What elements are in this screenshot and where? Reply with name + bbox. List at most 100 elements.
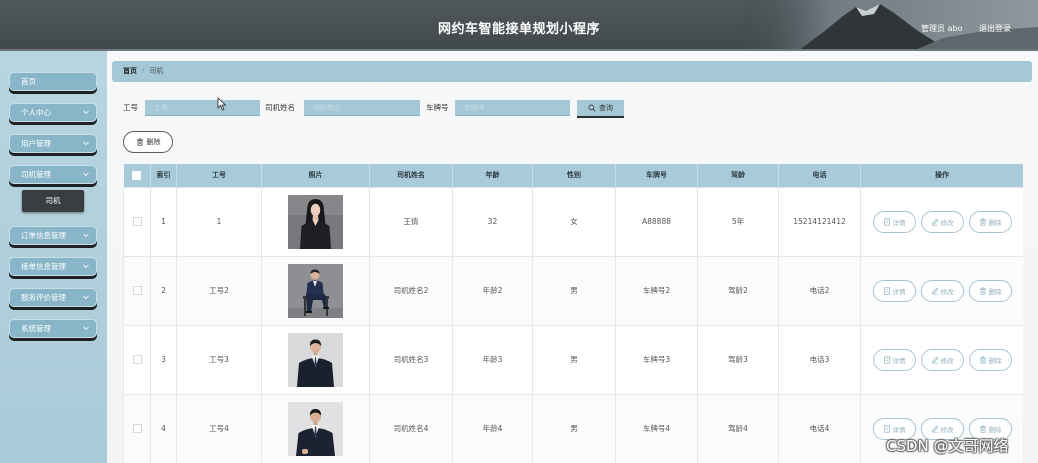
sidebar-item-service-review-management[interactable]: 服务评价管理 [9, 288, 97, 307]
column-header-index: 索引 [150, 164, 177, 187]
action-label: 详情 [892, 356, 906, 365]
cell-phone: 电话2 [778, 255, 861, 326]
cell-driving-years: 驾龄2 [697, 255, 779, 326]
cell-driver-name: 司机姓名2 [369, 255, 453, 326]
column-header-photo: 照片 [261, 164, 370, 187]
sidebar-item-label: 用户管理 [21, 139, 51, 148]
sidebar-item-user-management[interactable]: 用户管理 [9, 134, 97, 153]
column-header-driver-name: 司机姓名 [369, 164, 453, 187]
app-title: 网约车智能接单规划小程序 [437, 22, 600, 37]
row-checkbox[interactable] [132, 217, 142, 227]
cell-age: 32 [452, 186, 533, 257]
detail-button[interactable]: 详情 [872, 279, 916, 302]
breadcrumb-home[interactable]: 首页 [123, 67, 137, 75]
row-checkbox[interactable] [132, 424, 142, 434]
delete-row-button[interactable]: 删除 [968, 210, 1012, 233]
trash-icon [979, 355, 987, 364]
cell-driver-name: 司机姓名4 [369, 393, 453, 463]
row-checkbox[interactable] [132, 355, 142, 365]
table-row: 1 1 王倩 32 女 A88888 5年 15214121412 详情 修改 删除 [123, 186, 1023, 257]
driver-name-label: 司机姓名 [265, 103, 295, 112]
watermark-text: CSDN @文哥网络 [886, 437, 1009, 455]
cell-job-no: 工号4 [176, 393, 262, 463]
header-select-cell [123, 164, 151, 187]
job-no-input[interactable] [145, 100, 260, 116]
file-icon [883, 424, 891, 433]
sidebar-subitem-driver[interactable]: 司机 [22, 190, 84, 212]
edit-button[interactable]: 修改 [920, 210, 964, 233]
chevron-down-icon [82, 293, 90, 301]
sidebar-submenu: 司机 [22, 190, 107, 212]
sidebar-item-label: 订单信息管理 [21, 231, 66, 240]
cell-phone: 15214121412 [778, 186, 861, 257]
detail-button[interactable]: 详情 [872, 210, 916, 233]
column-header-age: 年龄 [452, 164, 533, 187]
chevron-down-icon [82, 262, 90, 270]
cell-index: 4 [150, 393, 177, 463]
logout-link[interactable]: 退出登录 [979, 23, 1011, 34]
cell-actions: 详情 修改 删除 [860, 324, 1023, 395]
sidebar-item-label: 接单信息管理 [21, 262, 66, 271]
cell-age: 年龄4 [452, 393, 533, 463]
trash-icon [979, 217, 987, 226]
cell-actions: 详情 修改 删除 [860, 186, 1023, 257]
action-label: 详情 [892, 218, 906, 227]
column-header-phone: 电话 [778, 164, 861, 187]
table-body: 1 1 王倩 32 女 A88888 5年 15214121412 详情 修改 删除 2 工号2 司机姓名… [123, 186, 1023, 463]
plate-number-input[interactable] [455, 100, 570, 116]
edit-icon [931, 287, 939, 295]
batch-delete-button[interactable]: 删除 [123, 131, 173, 153]
query-button-label: 查询 [599, 104, 613, 112]
file-icon [883, 217, 891, 226]
driver-name-input[interactable] [304, 100, 420, 116]
column-header-job-no: 工号 [176, 164, 262, 187]
edit-icon [931, 218, 939, 226]
edit-button[interactable]: 修改 [920, 348, 964, 371]
chevron-down-icon [82, 139, 90, 147]
sidebar-item-home[interactable]: 首页 [9, 72, 97, 91]
select-all-checkbox[interactable] [132, 170, 142, 180]
row-select-cell [123, 393, 151, 463]
cell-job-no: 工号3 [176, 324, 262, 395]
query-button[interactable]: 查询 [577, 100, 624, 116]
job-no-label: 工号 [123, 103, 138, 112]
cell-plate: 车牌号2 [615, 255, 698, 326]
sidebar-item-order-info-management[interactable]: 订单信息管理 [9, 226, 97, 245]
delete-row-button[interactable]: 删除 [968, 348, 1012, 371]
cell-gender: 男 [532, 255, 616, 326]
table-row: 2 工号2 司机姓名2 年龄2 男车牌号2 驾龄2 电话2 详情 修改 删除 [123, 255, 1023, 326]
cell-index: 2 [150, 255, 177, 326]
sidebar-item-label: 系统管理 [21, 324, 51, 333]
driver-photo [288, 263, 343, 318]
edit-button[interactable]: 修改 [920, 279, 964, 302]
edit-icon [931, 425, 939, 433]
sidebar-item-order-accept-management[interactable]: 接单信息管理 [9, 257, 97, 276]
batch-delete-label: 删除 [146, 138, 161, 146]
driver-photo [288, 194, 343, 249]
row-select-cell [123, 186, 151, 257]
action-label: 修改 [940, 218, 954, 227]
detail-button[interactable]: 详情 [872, 348, 916, 371]
cell-driver-name: 王倩 [369, 186, 453, 257]
sidebar-item-system-management[interactable]: 系统管理 [9, 319, 97, 338]
top-header: 网约车智能接单规划小程序 管理员 abo 退出登录 [0, 0, 1038, 51]
cell-gender: 女 [532, 186, 616, 257]
breadcrumb-separator: / [142, 67, 145, 75]
action-label: 修改 [940, 287, 954, 296]
row-checkbox[interactable] [132, 286, 142, 296]
sidebar: 首页个人中心用户管理司机管理司机订单信息管理 接单信息管理 服务评价管理 系统管理 [0, 51, 107, 463]
cell-index: 3 [150, 324, 177, 395]
action-label: 修改 [940, 356, 954, 365]
trash-icon [979, 286, 987, 295]
cell-phone: 电话4 [778, 393, 861, 463]
delete-row-button[interactable]: 删除 [968, 279, 1012, 302]
mouse-cursor-icon [217, 97, 227, 111]
action-label: 删除 [988, 356, 1002, 365]
sidebar-item-driver-management[interactable]: 司机管理 [9, 165, 97, 184]
sidebar-item-label: 服务评价管理 [21, 293, 66, 302]
cell-driver-name: 司机姓名3 [369, 324, 453, 395]
chevron-down-icon [82, 108, 90, 116]
sidebar-item-label: 个人中心 [21, 108, 51, 117]
sidebar-item-personal-center[interactable]: 个人中心 [9, 103, 97, 122]
search-icon [588, 104, 596, 112]
